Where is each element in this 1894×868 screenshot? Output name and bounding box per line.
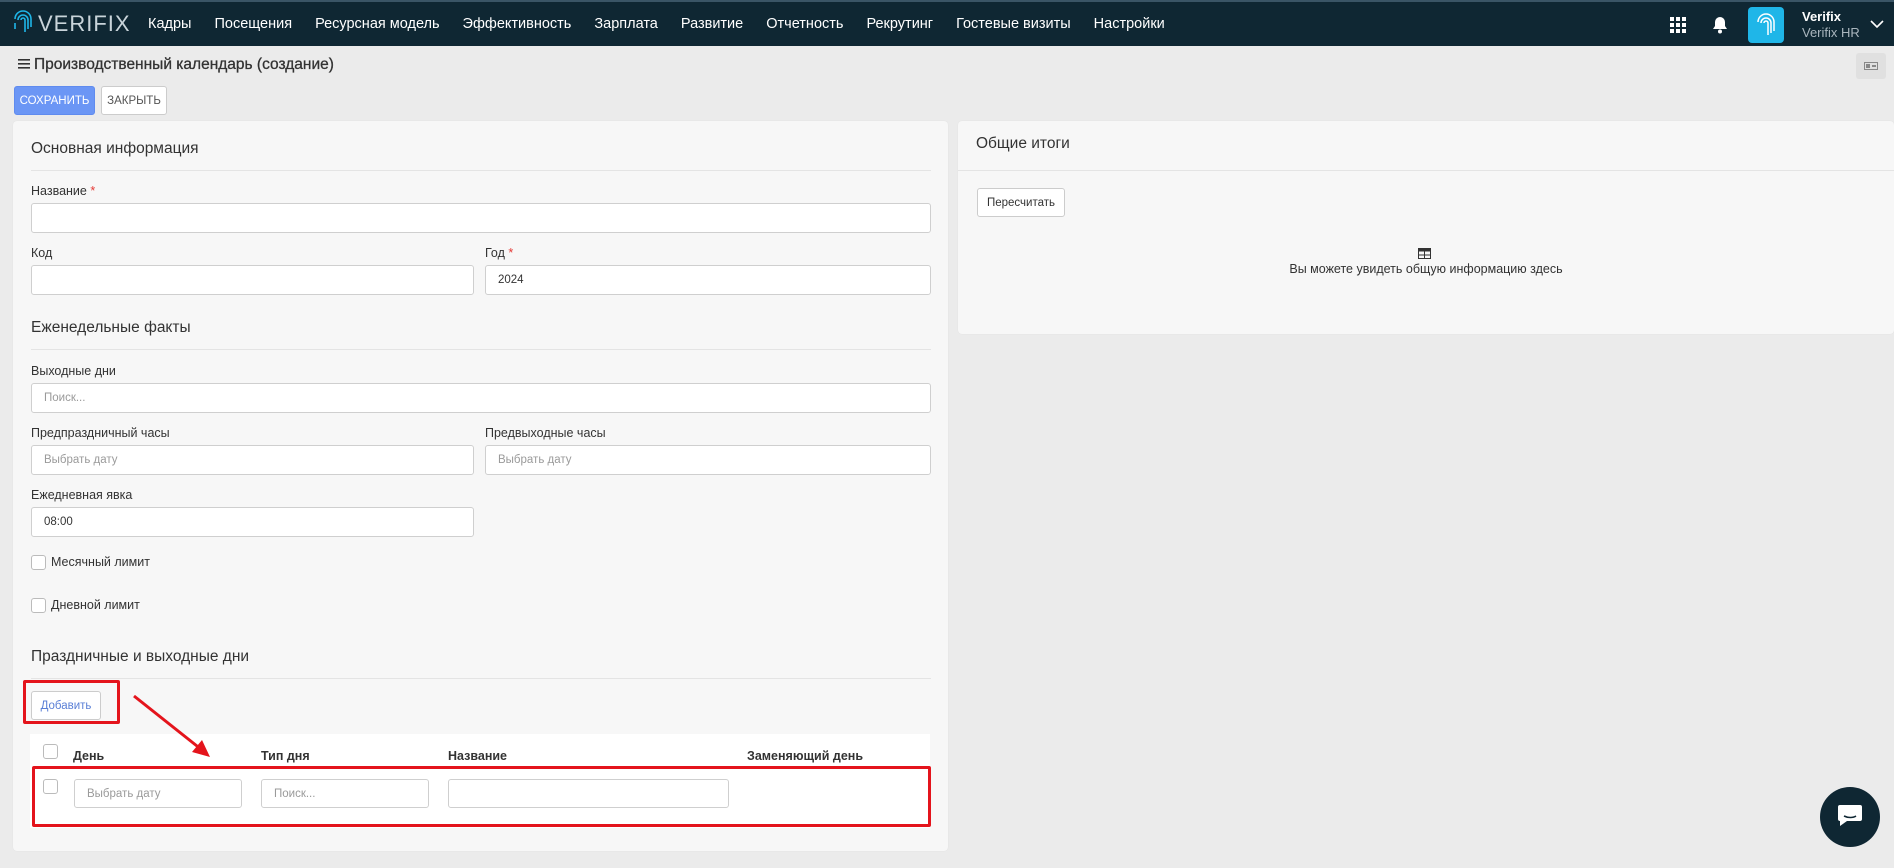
nav-item-kadry[interactable]: Кадры <box>148 16 191 32</box>
chat-icon <box>1835 802 1865 833</box>
bell-icon[interactable] <box>1710 15 1730 35</box>
apps-grid-icon[interactable] <box>1668 15 1688 35</box>
page-header: Производственный календарь (создание) <box>18 56 334 74</box>
year-label-text: Год <box>485 246 505 260</box>
topbar-right: Verifix Verifix HR <box>1668 2 1894 48</box>
id-card-icon[interactable] <box>1856 53 1886 79</box>
nav-item-guest-visits[interactable]: Гостевые визиты <box>956 16 1071 32</box>
chat-button[interactable] <box>1820 787 1880 847</box>
days-off-label: Выходные дни <box>31 364 116 378</box>
column-header-name: Название <box>448 749 508 763</box>
column-header-day: День <box>73 749 105 763</box>
save-button[interactable]: СОХРАНИТЬ <box>14 86 95 115</box>
user-menu[interactable]: Verifix Verifix HR <box>1802 9 1868 41</box>
user-company: Verifix HR <box>1802 25 1860 40</box>
daily-limit-label: Дневной лимит <box>51 598 140 612</box>
basic-info-title: Основная информация <box>31 140 199 157</box>
select-all-checkbox[interactable] <box>43 744 58 759</box>
annotation-box-row <box>32 766 931 827</box>
preholiday-placeholder: Выбрать дату <box>44 454 118 466</box>
fingerprint-logo-icon <box>12 7 34 42</box>
required-mark: * <box>90 184 96 198</box>
year-label: Год * <box>485 246 513 260</box>
monthly-limit-label: Месячный лимит <box>51 555 150 569</box>
annotation-box-add <box>23 680 120 724</box>
code-label: Код <box>31 246 53 260</box>
nav-item-attendance[interactable]: Посещения <box>214 16 292 32</box>
name-label-text: Название <box>31 184 87 198</box>
nav-item-settings[interactable]: Настройки <box>1094 16 1165 32</box>
avatar[interactable] <box>1748 7 1784 43</box>
nav-item-development[interactable]: Развитие <box>681 16 743 32</box>
main-nav: Кадры Посещения Ресурсная модель Эффекти… <box>148 16 1188 32</box>
monthly-limit-checkbox[interactable] <box>31 555 46 570</box>
days-off-select[interactable]: Поиск... <box>31 383 931 413</box>
code-input[interactable] <box>31 265 474 295</box>
user-name: Verifix <box>1802 9 1842 24</box>
preweekend-hours-label: Предвыходные часы <box>485 426 606 440</box>
daily-attendance-input[interactable]: 08:00 <box>31 507 474 537</box>
summary-title: Общие итоги <box>976 135 1070 152</box>
divider <box>31 349 931 350</box>
name-input[interactable] <box>31 203 931 233</box>
column-header-replacement-day: Заменяющий день <box>747 749 864 763</box>
year-input[interactable]: 2024 <box>485 265 931 295</box>
preholiday-hours-label: Предпраздничный часы <box>31 426 170 440</box>
column-header-day-type: Тип дня <box>261 749 310 763</box>
nav-item-recruiting[interactable]: Рекрутинг <box>866 16 933 32</box>
divider <box>31 170 931 171</box>
weekly-facts-title: Еженедельные факты <box>31 319 191 336</box>
divider <box>958 170 1894 171</box>
logo[interactable]: VERIFIX <box>12 7 148 42</box>
name-label: Название * <box>31 184 95 198</box>
nav-item-resource-model[interactable]: Ресурсная модель <box>315 16 439 32</box>
summary-card: Общие итоги Пересчитать Вы можете увидет… <box>958 121 1894 334</box>
logo-text: VERIFIX <box>38 11 131 36</box>
required-mark: * <box>508 246 514 260</box>
nav-item-salary[interactable]: Зарплата <box>594 16 658 32</box>
summary-empty-text: Вы можете увидеть общую информацию здесь <box>1289 262 1563 276</box>
nav-item-efficiency[interactable]: Эффективность <box>463 16 572 32</box>
page-title: Производственный календарь (создание) <box>34 56 334 73</box>
days-off-placeholder: Поиск... <box>44 392 86 404</box>
close-button[interactable]: ЗАКРЫТЬ <box>101 86 167 115</box>
daily-attendance-label: Ежедневная явка <box>31 488 133 502</box>
nav-item-reports[interactable]: Отчетность <box>766 16 843 32</box>
preweekend-hours-input[interactable]: Выбрать дату <box>485 445 931 475</box>
preholiday-hours-input[interactable]: Выбрать дату <box>31 445 474 475</box>
top-navbar: VERIFIX Кадры Посещения Ресурсная модель… <box>0 0 1894 46</box>
daily-limit-checkbox[interactable] <box>31 598 46 613</box>
chevron-down-icon[interactable] <box>1870 16 1884 34</box>
annotation-arrow-icon <box>133 694 210 757</box>
preweekend-placeholder: Выбрать дату <box>498 454 572 466</box>
hamburger-menu-icon[interactable] <box>18 56 30 74</box>
divider <box>31 678 931 679</box>
recalculate-button[interactable]: Пересчитать <box>977 188 1065 217</box>
holidays-title: Праздничные и выходные дни <box>31 648 250 665</box>
